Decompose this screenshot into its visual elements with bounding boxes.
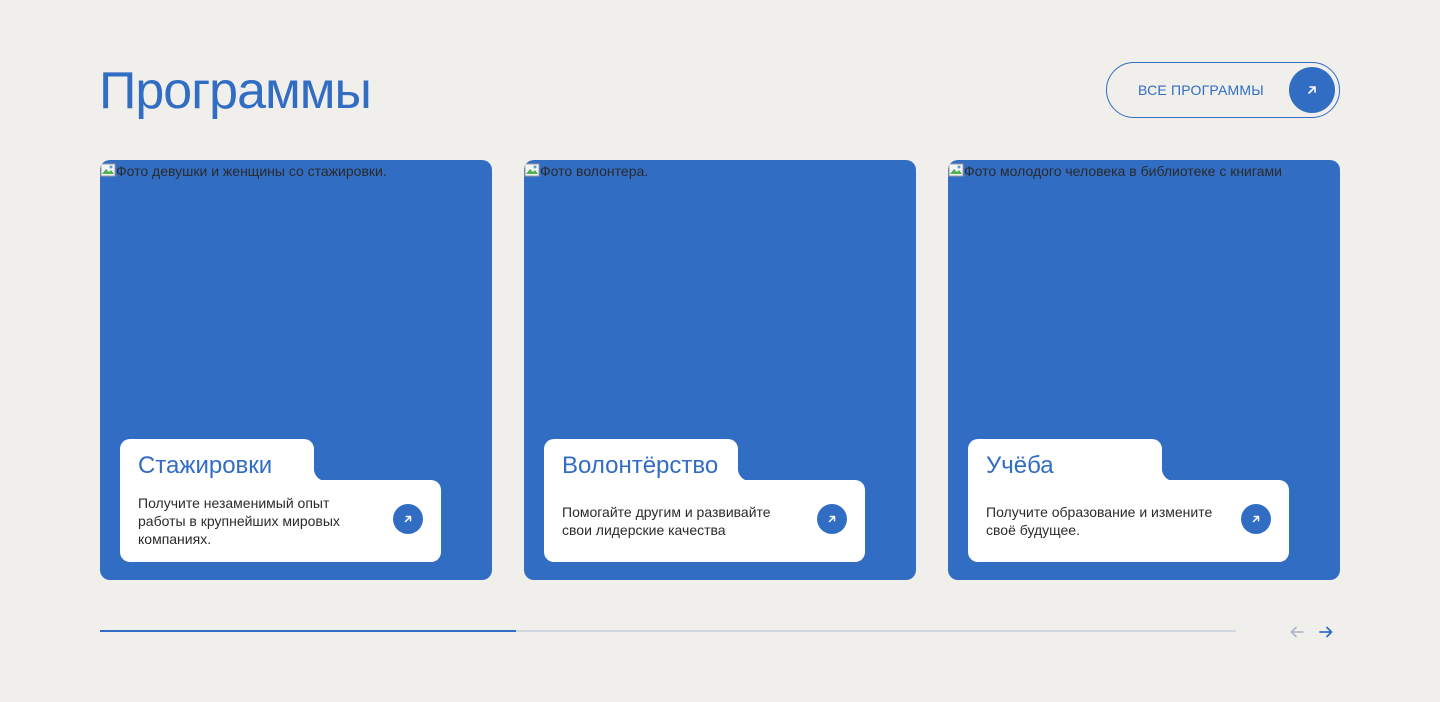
carousel-next-button[interactable] bbox=[1317, 623, 1335, 641]
card-description: Получите образование и измените своё буд… bbox=[986, 504, 1213, 538]
card-title: Волонтёрство bbox=[562, 452, 719, 479]
all-programs-label: Все программы bbox=[1138, 82, 1264, 98]
carousel-prev-button[interactable] bbox=[1288, 623, 1306, 641]
program-card-internships[interactable]: Фото девушки и женщины со стажировки. Ст… bbox=[100, 160, 492, 580]
card-description: Помогайте другим и развивайте свои лидер… bbox=[562, 504, 771, 538]
broken-image-icon bbox=[100, 163, 116, 177]
card-open-button[interactable] bbox=[1241, 504, 1271, 534]
image-alt-text: Фото девушки и женщины со стажировки. bbox=[116, 163, 387, 179]
card-description: Получите незаменимый опыт работы в крупн… bbox=[138, 495, 340, 547]
card-open-button[interactable] bbox=[817, 504, 847, 534]
card-image: Фото девушки и женщины со стажировки. bbox=[100, 162, 387, 180]
program-card-volunteering[interactable]: Фото волонтера. Волонтёрство Помогайте д… bbox=[524, 160, 916, 580]
image-alt-text: Фото молодого человека в библиотеке с кн… bbox=[964, 163, 1282, 179]
card-info-panel: Получите образование и измените своё буд… bbox=[968, 480, 1289, 562]
arrow-left-icon bbox=[1290, 626, 1304, 638]
card-image: Фото молодого человека в библиотеке с кн… bbox=[948, 162, 1282, 180]
card-info-panel: Получите незаменимый опыт работы в крупн… bbox=[120, 480, 441, 562]
card-title: Учёба bbox=[986, 452, 1054, 479]
arrow-up-right-icon bbox=[828, 515, 836, 523]
card-info-panel: Помогайте другим и развивайте свои лидер… bbox=[544, 480, 865, 562]
card-title: Стажировки bbox=[138, 452, 273, 479]
program-card-study[interactable]: Фото молодого человека в библиотеке с кн… bbox=[948, 160, 1340, 580]
programs-section: Программы Все программы Фото девушки и ж… bbox=[0, 0, 1440, 702]
all-programs-button[interactable]: Все программы bbox=[1106, 62, 1340, 118]
page-title: Программы bbox=[99, 62, 372, 120]
carousel-progress-fill bbox=[100, 630, 516, 632]
arrow-up-right-icon bbox=[1252, 515, 1260, 523]
card-image: Фото волонтера. bbox=[524, 162, 648, 180]
arrow-up-right-icon bbox=[1289, 67, 1335, 113]
card-open-button[interactable] bbox=[393, 504, 423, 534]
arrow-up-right-icon bbox=[404, 515, 412, 523]
arrow-right-icon bbox=[1319, 626, 1333, 638]
carousel-progress-track bbox=[100, 630, 1236, 632]
broken-image-icon bbox=[524, 163, 540, 177]
broken-image-icon bbox=[948, 163, 964, 177]
image-alt-text: Фото волонтера. bbox=[540, 163, 649, 179]
